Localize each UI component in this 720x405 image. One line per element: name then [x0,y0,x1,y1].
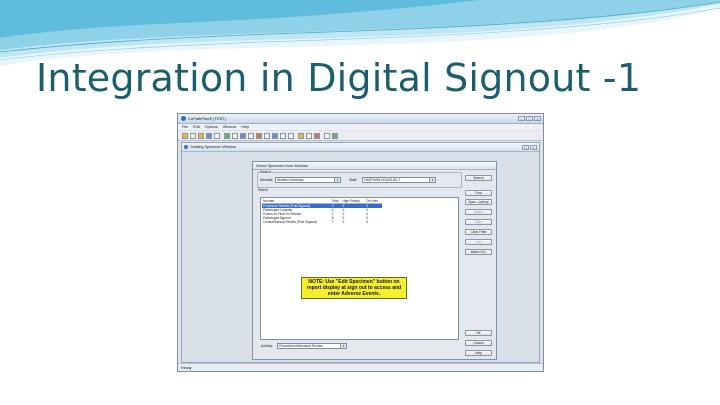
flask-icon[interactable] [232,133,238,139]
cell-on-hold: 0 [366,220,368,224]
chevron-down-icon: ▾ [334,178,340,182]
toolbar [178,131,543,141]
worklist-label: Worklist: [260,178,274,182]
cell-total: 7 [331,220,334,224]
child-close-icon[interactable]: × [530,144,537,150]
minimize-icon[interactable]: – [518,116,525,121]
worklist-value: Worklist Summary [277,178,304,182]
app-title: CoPathPlus® (TEST) [188,116,227,121]
spec-lookup-button[interactable]: Spec. Lookup [465,199,492,205]
search-group-label: Search [260,170,272,174]
worklist-listbox[interactable]: Number Total High Priority On Hold Proce… [260,197,459,340]
calendar-icon[interactable] [280,133,286,139]
help-question-icon[interactable] [288,133,294,139]
camera-icon[interactable] [324,133,330,139]
status-bar: Ready [178,363,543,371]
application-window: CoPathPlus® (TEST) – □ × File Edit Optio… [177,113,544,372]
save-icon[interactable] [206,133,212,139]
close-icon[interactable]: × [534,116,541,121]
search-icon[interactable] [224,133,230,139]
cell-high-priority: 0 [342,220,345,224]
select-button[interactable]: Select [465,209,492,215]
mail-icon[interactable] [298,133,304,139]
app-title-bar: CoPathPlus® (TEST) – □ × [178,114,543,124]
specimen-icon[interactable] [240,133,246,139]
staff-select[interactable]: HARTMAN,DOUGLAS J. ▾ [362,177,436,183]
staff-value: HARTMAN,DOUGLAS J. [364,178,401,182]
grid-icon[interactable] [248,133,254,139]
ok-button[interactable]: OK [465,330,492,336]
status-text: Ready [181,365,192,370]
child-maximize-icon[interactable]: □ [522,144,529,150]
worklist-icon[interactable] [264,133,270,139]
menu-help[interactable]: Help [241,125,249,129]
activity-label: Activity: [261,344,274,348]
menu-window[interactable]: Window [223,125,237,129]
cancel-button[interactable]: Cancel [465,340,492,346]
select-specimen-dialog: Select Specimen from Worklist Search Wor… [252,161,497,360]
grading-specimen-window: Grading Specimen Window □ × Select Speci… [181,142,540,363]
chevron-down-icon: ▾ [429,178,435,182]
open-folder-icon[interactable] [198,133,204,139]
table-row[interactable]: Consult/Intraop Review (Post Signout) 7 … [262,220,382,224]
chevron-down-icon: ▾ [340,344,346,348]
worklist-select[interactable]: Worklist Summary ▾ [275,177,341,183]
search-button[interactable]: Search [465,175,492,181]
activity-value: Procedure/Addendum Review [279,344,323,348]
child-window-logo-icon [184,145,188,149]
help-button[interactable]: Help [465,350,492,356]
menu-edit[interactable]: Edit [193,125,200,129]
new-document-icon[interactable] [190,133,196,139]
menu-options[interactable]: Options [205,125,218,129]
child-window-title-bar: Grading Specimen Window □ × [182,143,539,152]
staff-label: Staff: [349,178,358,182]
print-icon[interactable] [214,133,220,139]
slide-title: Integration in Digital Signout -1 [36,56,642,100]
batch-signout-button[interactable]: Batch S/O [465,249,492,255]
search-group: Search Worklist: Worklist Summary ▾ Staf… [257,170,462,188]
key-icon[interactable] [182,133,188,139]
cell-number: Consult/Intraop Review (Post Signout) [263,220,318,224]
app-logo-icon [181,116,186,121]
dialog-title: Select Specimen from Worklist [256,163,308,168]
worklist-table: Number Total High Priority On Hold Proce… [262,199,382,224]
image-icon[interactable] [272,133,278,139]
menu-bar: File Edit Options Window Help [178,124,543,130]
clear-filter-button[interactable]: Clear Filter [465,229,492,235]
activity-select[interactable]: Procedure/Addendum Review ▾ [277,343,347,349]
menu-file[interactable]: File [182,125,188,129]
filter-button[interactable]: Filter [465,219,492,225]
sort-button[interactable]: Sort [465,239,492,245]
maximize-icon[interactable]: □ [526,116,533,121]
tools-icon[interactable] [314,133,320,139]
dialog-title-bar: Select Specimen from Worklist [253,162,496,170]
child-window-title: Grading Specimen Window [190,144,237,149]
select-group-label: Select [258,188,268,192]
find-button[interactable]: Find [465,190,492,196]
adverse-events-note: NOTE: Use "Edit Specimen" button on repo… [301,277,407,299]
report-icon[interactable] [256,133,262,139]
arrow-icon[interactable] [306,133,312,139]
exit-icon[interactable] [332,133,338,139]
